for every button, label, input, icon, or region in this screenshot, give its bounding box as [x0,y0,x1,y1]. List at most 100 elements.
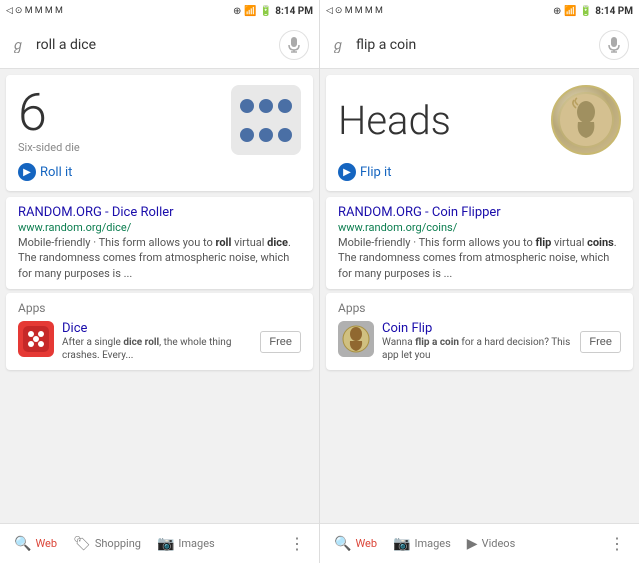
notification-icons-right: ⊙ M M M M [335,6,383,16]
nav-images-right[interactable]: 📷 Images [385,532,459,556]
coin-result-text: Heads [338,97,451,144]
system-icons-right: ⊕ 📶 🔋 8:14 PM [553,6,633,17]
status-icons-right: ◁ ⊙ M M M M [326,6,383,16]
nav-images-label-right: Images [414,537,450,550]
coin-app-icon [338,321,374,357]
bottom-nav-left: 🔍 Web 🏷 Shopping 📷 Images ⋮ [0,523,319,563]
dice-display: 6 Six-sided die [18,85,301,155]
wifi-icon: 📶 [244,6,256,17]
nav-web-label-right: Web [355,537,377,550]
wifi-icon-right: 📶 [564,6,576,17]
dot-1 [240,99,254,113]
right-panel: ◁ ⊙ M M M M ⊕ 📶 🔋 8:14 PM ℊ flip a coin [320,0,639,563]
roll-button[interactable]: ▶ Roll it [18,163,301,181]
coin-web-result: RANDOM.ORG - Coin Flipper www.random.org… [326,197,633,289]
search-query-right[interactable]: flip a coin [356,37,591,53]
result-title-right[interactable]: RANDOM.ORG - Coin Flipper [338,205,621,220]
flip-icon: ▶ [338,163,356,181]
result-snippet-left: Mobile-friendly · This form allows you t… [18,235,301,281]
coin-app-info: Coin Flip Wanna flip a coin for a hard d… [382,321,572,362]
status-bar-right: ◁ ⊙ M M M M ⊕ 📶 🔋 8:14 PM [320,0,639,22]
status-icons-left: ◁ ⊙ M M M M [6,6,63,16]
dot-2 [259,99,273,113]
coin-display: Heads [338,85,621,155]
system-icons-left: ⊕ 📶 🔋 8:14 PM [233,6,313,17]
notification-icons: ⊙ M M M M [15,6,63,16]
time-left: 8:14 PM [275,6,313,17]
dot-4 [240,128,254,142]
signal-icon: ⊕ [233,6,241,17]
apps-label-left: Apps [18,301,301,315]
images-icon-left: 📷 [157,536,174,552]
web-icon-left: 🔍 [14,536,31,552]
nav-shopping-left[interactable]: 🏷 Shopping [65,532,149,556]
app-item-dice: Dice After a single dice roll, the whole… [18,321,301,362]
dice-number: 6 [18,87,80,139]
google-logo-left: ℊ [10,36,28,54]
dice-app-info: Dice After a single dice roll, the whole… [62,321,252,362]
coin-image [551,85,621,155]
flip-button[interactable]: ▶ Flip it [338,163,621,181]
app-item-coin: Coin Flip Wanna flip a coin for a hard d… [338,321,621,362]
google-logo-right: ℊ [330,36,348,54]
shopping-icon-left: 🏷 [73,536,91,552]
dot-5 [259,128,273,142]
nav-videos-right[interactable]: ▶ Videos [459,532,523,556]
apps-section-left: Apps Dice After a single dice rol [6,293,313,370]
dice-image [231,85,301,155]
search-bar-left: ℊ roll a dice [0,22,319,69]
back-icon-right: ◁ [326,6,333,16]
nav-web-left[interactable]: 🔍 Web [6,532,65,556]
more-button-left[interactable]: ⋮ [281,530,313,557]
coin-app-name[interactable]: Coin Flip [382,321,572,336]
dice-app-icon [18,321,54,357]
content-right: Heads ▶ Flip it [320,69,639,523]
svg-text:ℊ: ℊ [331,39,345,53]
svg-text:ℊ: ℊ [11,39,25,53]
content-left: 6 Six-sided die ▶ Roll it RANDOM.ORG - [0,69,319,523]
search-query-left[interactable]: roll a dice [36,37,271,53]
dice-free-button[interactable]: Free [260,331,301,353]
mic-icon-left [288,37,300,53]
nav-images-left[interactable]: 📷 Images [149,532,223,556]
nav-shopping-label-left: Shopping [95,537,141,550]
search-bar-right: ℊ flip a coin [320,22,639,69]
bottom-nav-right: 🔍 Web 📷 Images ▶ Videos ⋮ [320,523,639,563]
videos-icon-right: ▶ [467,536,478,552]
coin-result-card: Heads ▶ Flip it [326,75,633,191]
coin-free-button[interactable]: Free [580,331,621,353]
result-url-right: www.random.org/coins/ [338,221,621,234]
nav-videos-label-right: Videos [482,537,516,550]
images-icon-right: 📷 [393,536,410,552]
result-url-left: www.random.org/dice/ [18,221,301,234]
dice-info: 6 Six-sided die [18,87,80,154]
signal-icon-right: ⊕ [553,6,561,17]
mic-button-right[interactable] [599,30,629,60]
dot-3 [278,99,292,113]
dice-label: Six-sided die [18,141,80,154]
dice-web-result: RANDOM.ORG - Dice Roller www.random.org/… [6,197,313,289]
apps-section-right: Apps Coin Flip Wanna flip a coin for a h… [326,293,633,370]
left-panel: ◁ ⊙ M M M M ⊕ 📶 🔋 8:14 PM ℊ roll a dice [0,0,319,563]
result-title-left[interactable]: RANDOM.ORG - Dice Roller [18,205,301,220]
coin-svg [556,90,616,150]
dice-app-desc: After a single dice roll, the whole thin… [62,336,252,362]
roll-icon: ▶ [18,163,36,181]
coin-app-desc: Wanna flip a coin for a hard decision? T… [382,336,572,362]
coin-text-area: Heads [338,97,451,144]
more-button-right[interactable]: ⋮ [601,530,633,557]
status-bar-left: ◁ ⊙ M M M M ⊕ 📶 🔋 8:14 PM [0,0,319,22]
mic-button-left[interactable] [279,30,309,60]
dice-result-card: 6 Six-sided die ▶ Roll it [6,75,313,191]
nav-web-right[interactable]: 🔍 Web [326,532,385,556]
mic-icon-right [608,37,620,53]
flip-label: Flip it [360,165,391,180]
result-snippet-right: Mobile-friendly · This form allows you t… [338,235,621,281]
apps-label-right: Apps [338,301,621,315]
back-icon: ◁ [6,6,13,16]
nav-web-label-left: Web [35,537,57,550]
dice-app-name[interactable]: Dice [62,321,252,336]
battery-icon: 🔋 [260,6,272,17]
roll-label: Roll it [40,165,72,180]
time-right: 8:14 PM [595,6,633,17]
